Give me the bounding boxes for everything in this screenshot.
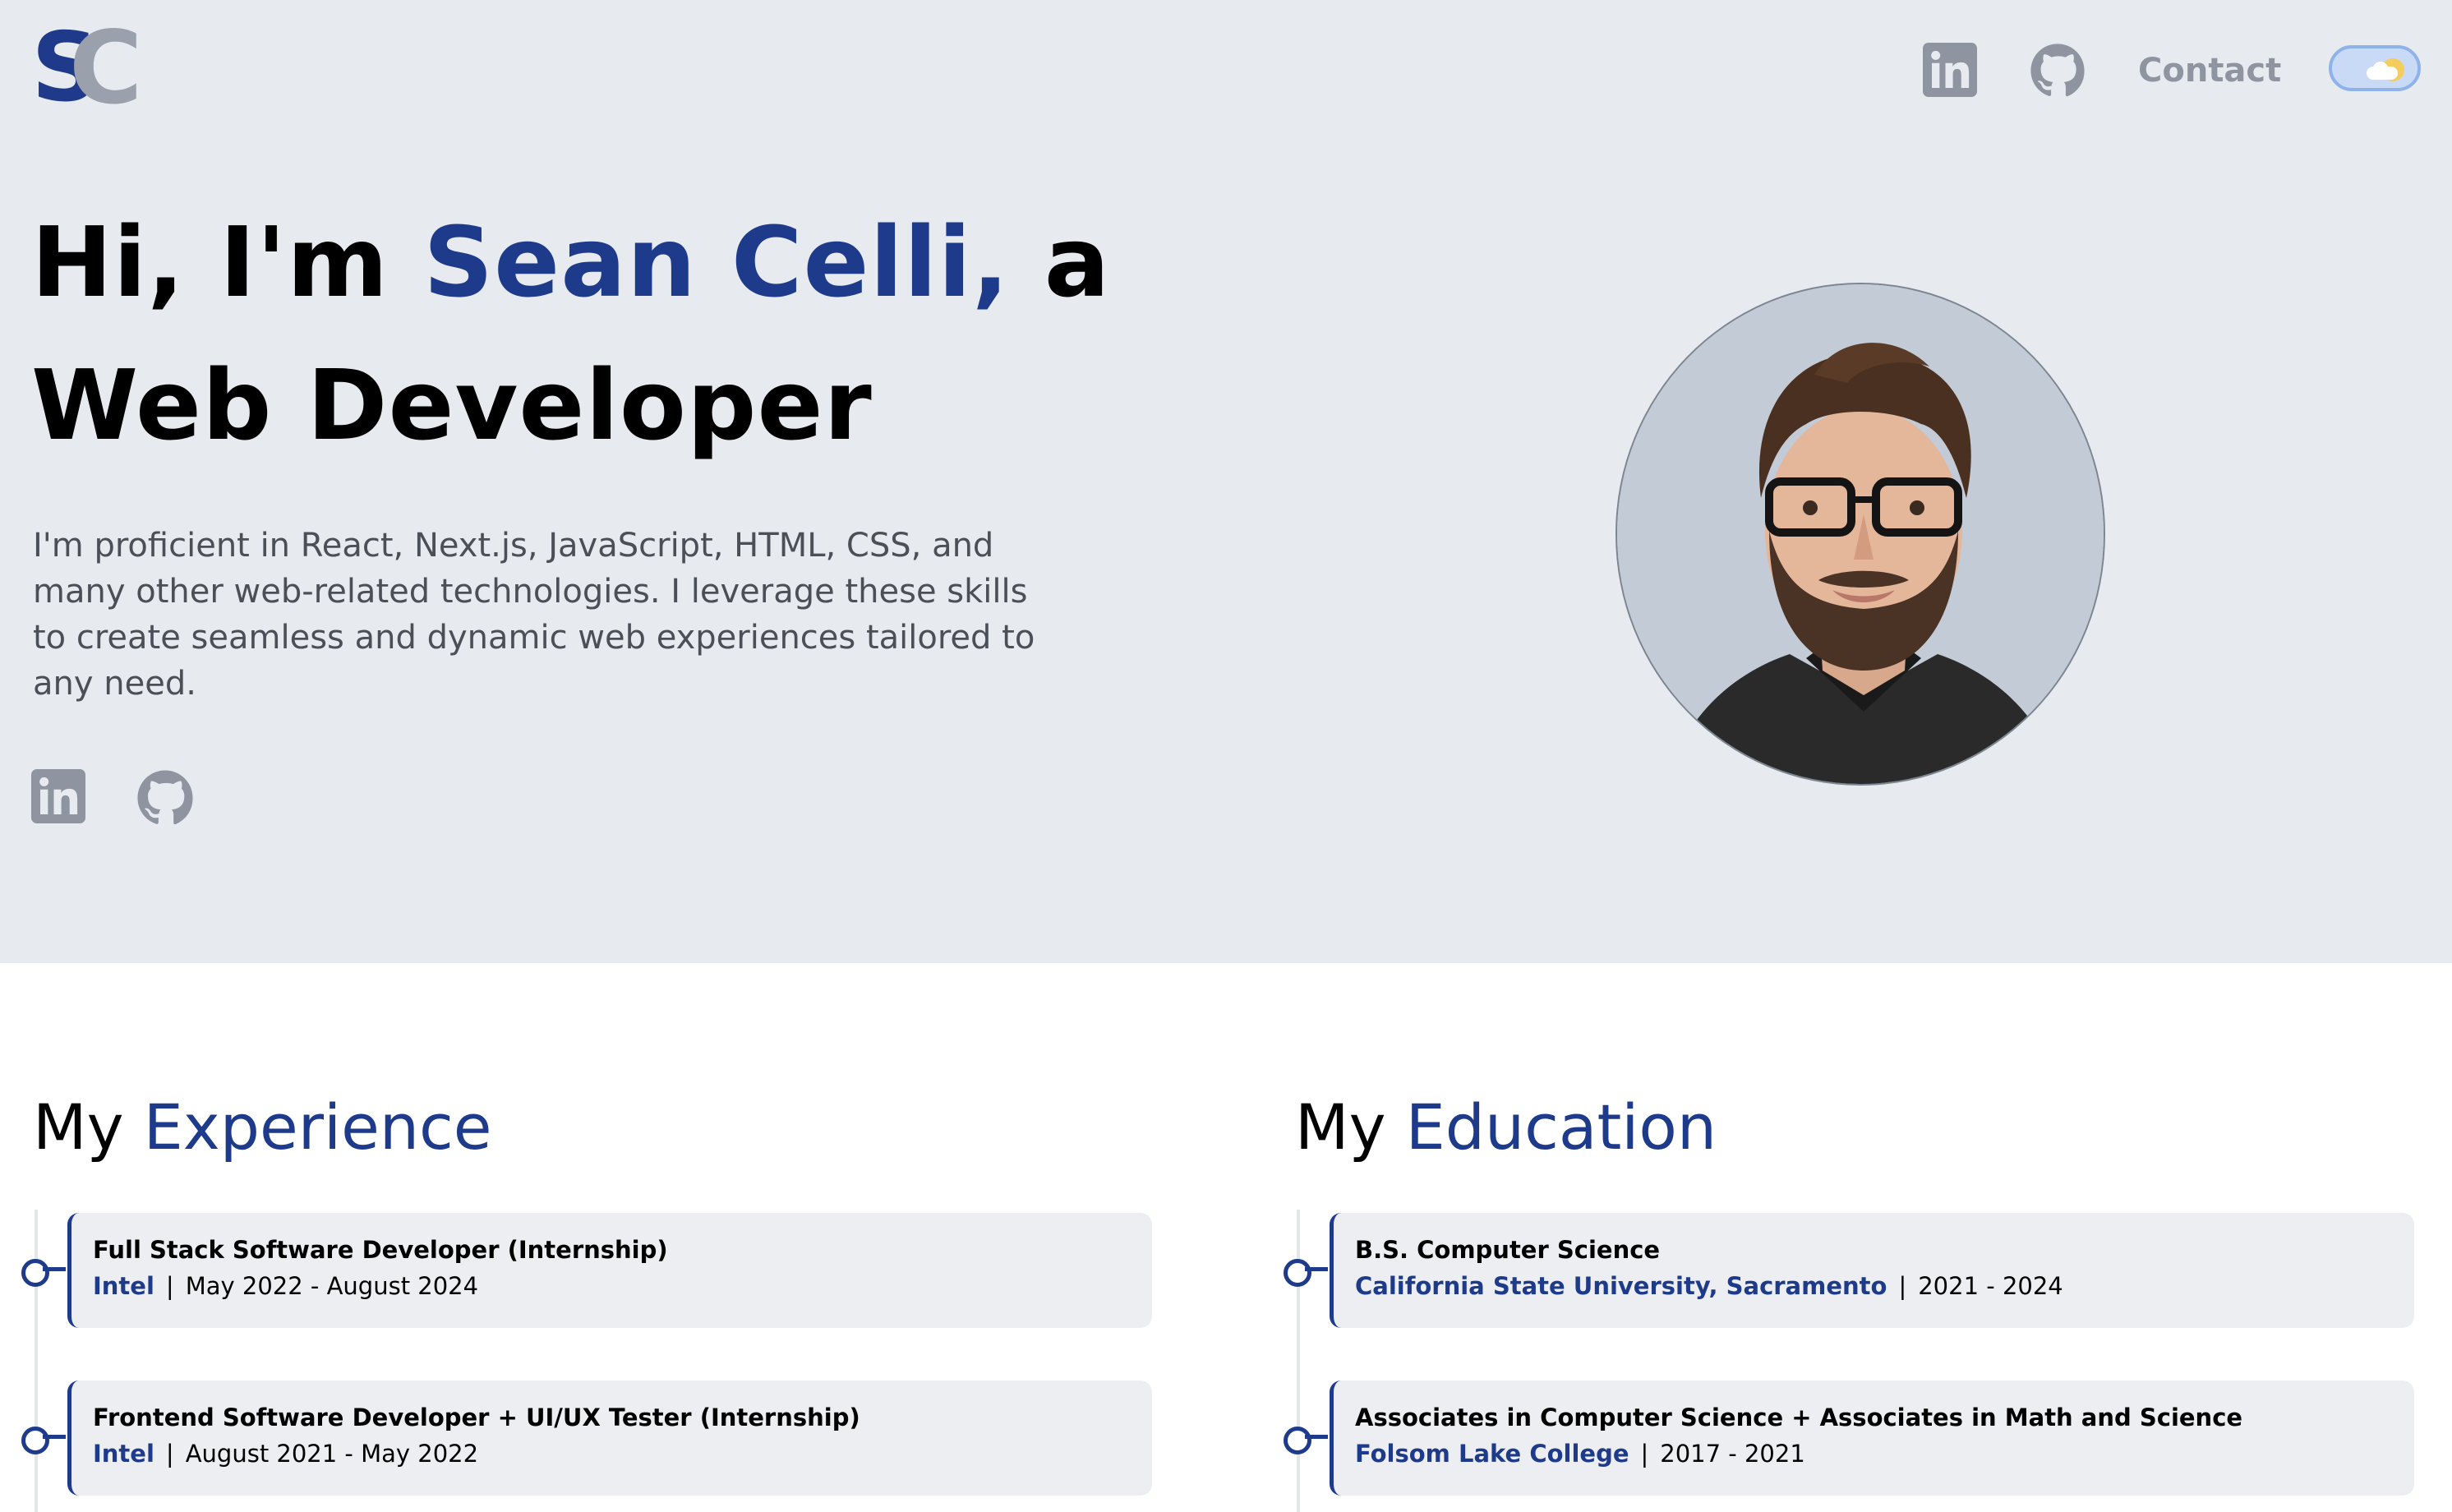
education-school: Folsom Lake College (1355, 1440, 1629, 1468)
experience-dates: August 2021 - May 2022 (185, 1440, 479, 1468)
experience-timeline (35, 1210, 38, 1512)
experience-meta: Intel | August 2021 - May 2022 (93, 1440, 479, 1468)
experience-role: Full Stack Software Developer (Internshi… (93, 1236, 668, 1264)
nav-linkedin-icon[interactable] (1923, 43, 1977, 97)
timeline-node (1284, 1259, 1311, 1287)
education-title-prefix: My (1295, 1090, 1406, 1164)
profile-photo (1615, 283, 2105, 786)
nav-github-icon[interactable] (2030, 43, 2085, 97)
timeline-node (1284, 1427, 1311, 1454)
education-degree: B.S. Computer Science (1355, 1236, 1661, 1264)
headline-greeting: Hi, I'm (31, 205, 424, 319)
headline-article: a (1009, 205, 1111, 319)
education-meta: California State University, Sacramento |… (1355, 1272, 2063, 1300)
experience-title: My Experience (33, 1086, 492, 1169)
experience-card: Frontend Software Developer + UI/UX Test… (67, 1381, 1152, 1496)
hero-linkedin-icon[interactable] (31, 769, 87, 825)
education-card: B.S. Computer Science California State U… (1330, 1213, 2414, 1328)
timeline-node (21, 1259, 49, 1287)
experience-title-prefix: My (33, 1090, 144, 1164)
experience-card: Full Stack Software Developer (Internshi… (67, 1213, 1152, 1328)
experience-title-accent: Experience (143, 1090, 492, 1164)
timeline-node (21, 1427, 49, 1454)
headline-role: Web Developer (31, 348, 873, 462)
hero-github-icon[interactable] (136, 769, 193, 825)
education-title: My Education (1295, 1086, 1717, 1169)
education-card: Associates in Computer Science + Associa… (1330, 1381, 2414, 1496)
experience-role: Frontend Software Developer + UI/UX Test… (93, 1404, 860, 1431)
logo-letter-c: C (69, 10, 143, 127)
nav-contact-link[interactable]: Contact (2138, 48, 2281, 94)
hero-intro: I'm proficient in React, Next.js, JavaSc… (33, 527, 1035, 703)
headline-name: Sean Celli, (423, 205, 1010, 319)
experience-dates: May 2022 - August 2024 (185, 1272, 479, 1300)
education-title-accent: Education (1405, 1090, 1717, 1164)
experience-company: Intel (93, 1440, 154, 1468)
education-dates: 2017 - 2021 (1660, 1440, 1805, 1468)
education-degree: Associates in Computer Science + Associa… (1355, 1404, 2243, 1431)
education-dates: 2021 - 2024 (1918, 1272, 2063, 1300)
education-timeline (1297, 1210, 1300, 1512)
experience-meta: Intel | May 2022 - August 2024 (93, 1272, 479, 1300)
site-logo[interactable]: S C (31, 10, 154, 127)
theme-toggle[interactable] (2329, 45, 2421, 91)
education-school: California State University, Sacramento (1355, 1272, 1887, 1300)
education-meta: Folsom Lake College | 2017 - 2021 (1355, 1440, 1805, 1468)
hero-headline: Hi, I'm Sean Celli, a Web Developer (31, 191, 1110, 477)
experience-company: Intel (93, 1272, 154, 1300)
